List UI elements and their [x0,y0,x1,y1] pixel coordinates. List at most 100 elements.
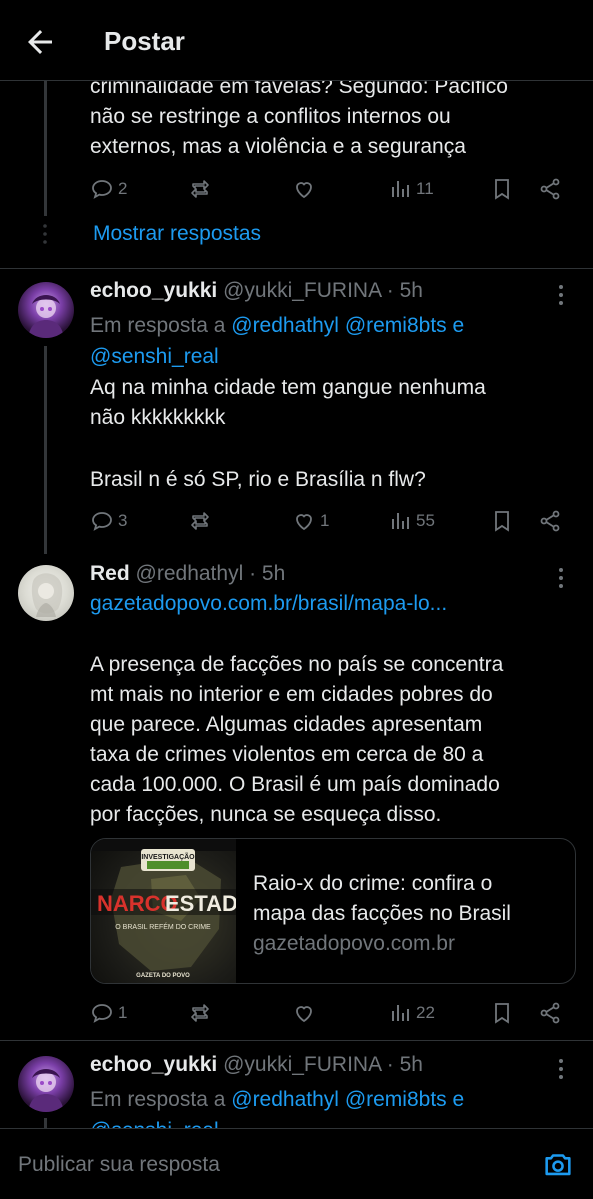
tweet-text-line: não kkkkkkkkk [90,406,226,429]
reply-prefix: Em resposta a [90,314,226,337]
dots-vertical-icon [43,224,47,244]
heart-icon [296,514,312,531]
card-domain: gazetadopovo.com.br [253,932,455,955]
card-title-line: mapa das facções no Brasil [253,902,511,925]
like-button[interactable]: 1 [292,506,329,536]
tweet-text-line: taxa de crimes violentos em cerca de 80 … [90,743,484,766]
thread-line [44,346,47,554]
tweet-text-line: Aq na minha cidade tem gangue nenhuma [90,376,486,399]
tweet-text-line: cada 100.000. O Brasil é um país dominad… [90,773,500,796]
tweet-actions: 2 11 [90,174,570,204]
like-count: 1 [320,511,330,530]
avatar[interactable] [18,282,74,338]
reply-prefix: Em resposta a [90,1088,226,1111]
more-options-icon[interactable] [551,1057,571,1081]
avatar-art-icon [28,295,64,338]
tweet-header: echoo_yukki @yukki_FURINA · 5h [90,279,423,303]
show-replies-link[interactable]: Mostrar respostas [93,222,261,246]
reply-composer-bar[interactable]: Publicar sua resposta [0,1128,593,1199]
tweet-header: Red @redhathyl · 5h [90,562,285,586]
reply-icon [92,512,112,531]
reply-icon [92,180,112,199]
repost-button[interactable] [188,998,212,1028]
tweet-text-line: não se restringe a conflitos internos ou [90,105,451,128]
tweet-text-line: A presença de facções no país se concent… [90,653,504,676]
display-name[interactable]: Red [90,562,130,585]
header-divider [0,80,593,81]
thumb-logo: GAZETA DO POVO [136,973,190,979]
bookmark-button[interactable] [490,174,514,204]
back-arrow-icon[interactable] [22,24,58,60]
views-icon [392,1005,409,1021]
timestamp[interactable]: · 5h [249,562,285,585]
user-handle[interactable]: @yukki_FURINA [223,1053,381,1076]
avatar-art-icon [28,1069,64,1112]
avatar[interactable] [18,1056,74,1112]
display-name[interactable]: echoo_yukki [90,279,217,302]
reply-icon [92,1004,112,1023]
reply-count: 3 [118,511,128,530]
like-button[interactable] [292,998,316,1028]
bookmark-button[interactable] [490,998,514,1028]
repost-button[interactable] [188,506,212,536]
more-options-icon[interactable] [551,283,571,307]
reply-button[interactable]: 2 [90,174,127,204]
mention-link[interactable]: @remi8bts [345,314,447,337]
repost-icon [191,1004,209,1022]
reply-context: Em resposta a @redhathyl @remi8bts e @se… [90,310,560,372]
thumb-badge-text: INVESTIGAÇÃO [141,852,195,861]
bookmark-icon [495,179,509,200]
views-count: 55 [416,511,435,530]
avatar[interactable] [18,565,74,621]
card-thumbnail: INVESTIGAÇÃO NARCO ESTADO O BRASIL REFÉM… [91,839,255,983]
tweet-body: A presença de facções no país se concent… [90,650,580,830]
page-title: Postar [104,26,185,56]
reply-button[interactable]: 3 [90,506,127,536]
repost-icon [191,512,209,530]
reply-input[interactable]: Publicar sua resposta [18,1153,220,1177]
tweet-body: criminalidade em favelas? Segundo: Pacif… [90,72,580,162]
user-handle[interactable]: @yukki_FURINA [223,279,381,302]
timestamp[interactable]: · 5h [387,1053,423,1076]
share-button[interactable] [538,998,562,1028]
thread-line [44,80,47,216]
avatar-art-icon [31,573,63,617]
display-name[interactable]: echoo_yukki [90,1053,217,1076]
top-app-bar: Postar [0,0,593,80]
tweet-actions: 3 1 55 [90,506,570,536]
repost-button[interactable] [188,174,212,204]
tweet-url-link[interactable]: gazetadopovo.com.br/brasil/mapa-lo... [90,592,447,616]
bookmark-button[interactable] [490,506,514,536]
mention-link[interactable]: @senshi_real [90,345,219,368]
share-button[interactable] [538,174,562,204]
reply-button[interactable]: 1 [90,998,127,1028]
mention-link[interactable]: @redhathyl [231,1088,339,1111]
mention-link[interactable]: @remi8bts [345,1088,447,1111]
views-button[interactable]: 22 [388,998,435,1028]
reply-conjunction: e [452,314,465,337]
link-preview-card[interactable]: INVESTIGAÇÃO NARCO ESTADO O BRASIL REFÉM… [90,838,576,984]
camera-icon[interactable] [541,1147,575,1181]
views-count: 11 [416,179,434,198]
views-button[interactable]: 55 [388,506,435,536]
user-handle[interactable]: @redhathyl [136,562,244,585]
thumb-title-b: ESTADO [165,891,236,916]
tweet-text-line: externos, mas a violência e a segurança [90,135,466,158]
timestamp[interactable]: · 5h [387,279,423,302]
mention-link[interactable]: @redhathyl [231,314,339,337]
tweet-actions: 1 22 [90,998,570,1028]
bookmark-icon [495,1003,509,1024]
tweet-text-line: por facções, nunca se esqueça disso. [90,803,442,826]
tweet-body: Aq na minha cidade tem gangue nenhuma nã… [90,373,580,495]
share-button[interactable] [538,506,562,536]
bookmark-icon [495,511,509,532]
map-illustration-icon: INVESTIGAÇÃO NARCO ESTADO O BRASIL REFÉM… [91,839,255,979]
share-icon [540,510,560,532]
more-options-icon[interactable] [551,566,571,590]
share-icon [540,1002,560,1024]
like-button[interactable] [292,174,316,204]
reply-conjunction: e [452,1088,465,1111]
views-button[interactable]: 11 [388,174,434,204]
thumb-subtitle: O BRASIL REFÉM DO CRIME [115,922,211,931]
repost-icon [191,180,209,198]
